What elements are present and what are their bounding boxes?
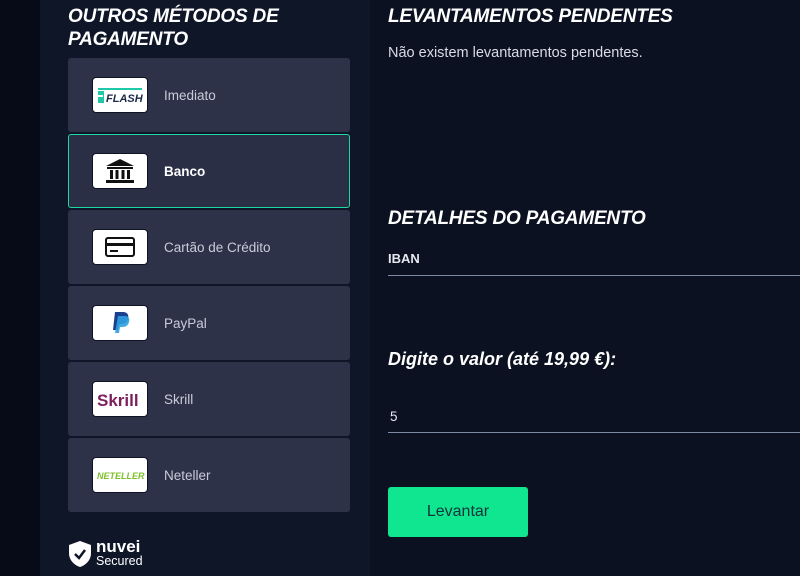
- withdraw-button[interactable]: Levantar: [388, 487, 528, 537]
- outer-side-strip: [0, 0, 40, 576]
- pending-withdrawals-message: Não existem levantamentos pendentes.: [388, 45, 643, 61]
- nuvei-secured-text: Secured: [96, 554, 143, 568]
- flash-logo: FLASH: [92, 77, 148, 113]
- method-skrill[interactable]: Skrill Skrill: [68, 362, 350, 436]
- nuvei-name: nuvei: [96, 537, 141, 556]
- method-banco[interactable]: Banco: [68, 134, 350, 208]
- svg-text:NETELLER: NETELLER: [97, 471, 145, 481]
- method-label: Banco: [164, 163, 206, 179]
- paypal-logo: [92, 305, 148, 341]
- neteller-logo: NETELLER: [92, 457, 148, 493]
- payment-methods-list: FLASH Imediato Banco Cartão de Crédito P…: [68, 58, 350, 514]
- method-paypal[interactable]: PayPal: [68, 286, 350, 360]
- pending-withdrawals-title: LEVANTAMENTOS PENDENTES: [388, 6, 673, 27]
- method-label: Skrill: [164, 391, 194, 407]
- iban-field-underline[interactable]: [388, 275, 800, 276]
- amount-input[interactable]: [388, 402, 800, 430]
- method-label: Imediato: [164, 87, 216, 103]
- amount-label: Digite o valor (até 19,99 €):: [388, 349, 617, 369]
- shield-icon: [69, 541, 91, 567]
- credit-card-icon: [92, 229, 148, 265]
- method-label: PayPal: [164, 315, 207, 331]
- skrill-logo: Skrill: [92, 381, 148, 417]
- method-label: Neteller: [164, 467, 211, 483]
- amount-field-underline: [388, 432, 800, 433]
- svg-text:FLASH: FLASH: [106, 93, 144, 105]
- svg-text:Skrill: Skrill: [97, 391, 139, 410]
- method-neteller[interactable]: NETELLER Neteller: [68, 438, 350, 512]
- bank-icon: [92, 153, 148, 189]
- iban-label: IBAN: [388, 251, 420, 266]
- method-cartao-de-credito[interactable]: Cartão de Crédito: [68, 210, 350, 284]
- payment-methods-title: OUTROS MÉTODOS DE PAGAMENTO: [68, 6, 279, 50]
- nuvei-secured-badge: nuvei Secured: [68, 537, 143, 568]
- method-label: Cartão de Crédito: [164, 239, 271, 255]
- method-imediato[interactable]: FLASH Imediato: [68, 58, 350, 132]
- payment-details-title: DETALHES DO PAGAMENTO: [388, 208, 646, 229]
